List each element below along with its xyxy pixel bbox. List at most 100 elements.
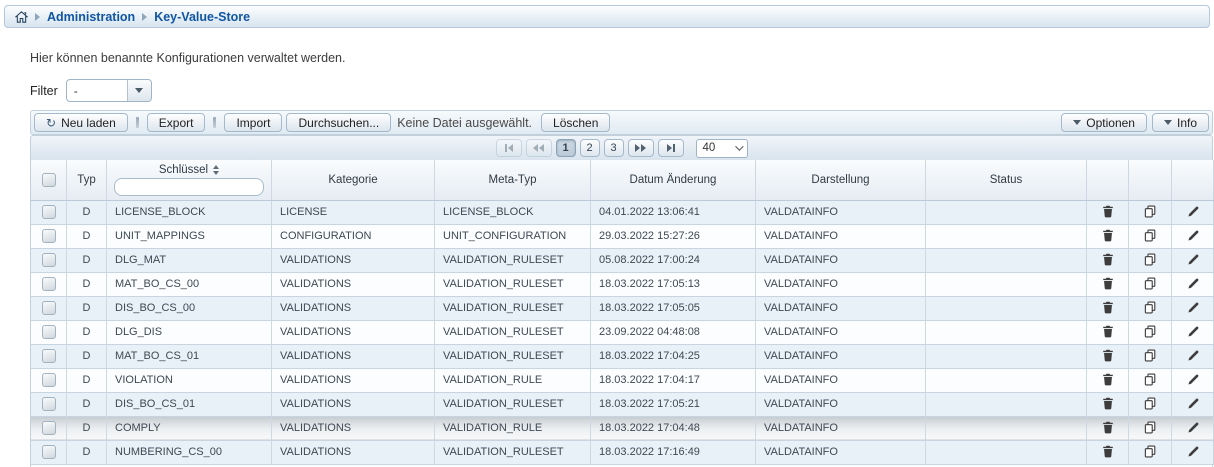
- row-edit-button[interactable]: [1185, 275, 1201, 292]
- row-copy-button[interactable]: [1142, 323, 1158, 340]
- first-page-button[interactable]: [496, 139, 522, 157]
- row-delete-button[interactable]: [1100, 251, 1116, 268]
- row-delete-button[interactable]: [1100, 275, 1116, 292]
- trash-icon: [1102, 277, 1114, 290]
- dropdown-button[interactable]: [127, 80, 151, 101]
- schluessel-filter-input[interactable]: [114, 178, 264, 196]
- copy-icon: [1144, 229, 1156, 242]
- row-delete-button[interactable]: [1100, 443, 1116, 460]
- header-schluessel[interactable]: Schlüssel: [107, 160, 272, 200]
- row-copy-button[interactable]: [1142, 371, 1158, 388]
- filter-select[interactable]: -: [66, 79, 152, 102]
- row-edit-button[interactable]: [1185, 347, 1201, 364]
- trash-icon: [1102, 373, 1114, 386]
- import-button[interactable]: Import: [224, 113, 282, 132]
- filter-selected-value: -: [67, 84, 127, 98]
- row-checkbox[interactable]: [42, 421, 56, 435]
- row-checkbox[interactable]: [42, 253, 56, 267]
- header-status: Status: [926, 160, 1087, 200]
- cell-meta-typ: VALIDATION_RULESET: [435, 344, 591, 368]
- row-delete-button[interactable]: [1100, 299, 1116, 316]
- row-copy-button[interactable]: [1142, 419, 1158, 436]
- cell-schluessel: DIS_BO_CS_01: [107, 392, 272, 416]
- cell-kategorie: VALIDATIONS: [272, 320, 435, 344]
- row-edit-button[interactable]: [1185, 443, 1201, 460]
- row-copy-button[interactable]: [1142, 443, 1158, 460]
- row-copy-button[interactable]: [1142, 203, 1158, 220]
- row-checkbox[interactable]: [42, 301, 56, 315]
- cell-darstellung: VALDATAINFO: [756, 344, 926, 368]
- file-chosen-text: Keine Datei ausgewählt.: [397, 116, 532, 130]
- cell-kategorie: CONFIGURATION: [272, 224, 435, 248]
- copy-icon: [1144, 373, 1156, 386]
- delete-button[interactable]: Löschen: [541, 113, 610, 132]
- page-button-2[interactable]: 2: [580, 139, 600, 157]
- row-checkbox[interactable]: [42, 205, 56, 219]
- row-checkbox[interactable]: [42, 349, 56, 363]
- filter-row: Filter -: [30, 79, 1214, 102]
- cell-status: [926, 320, 1087, 344]
- toolbar-separator: [136, 117, 139, 128]
- row-copy-button[interactable]: [1142, 275, 1158, 292]
- row-checkbox[interactable]: [42, 445, 56, 459]
- table-row: D DIS_BO_CS_01 VALIDATIONS VALIDATION_RU…: [31, 392, 1214, 416]
- cell-kategorie: VALIDATIONS: [272, 440, 435, 464]
- row-delete-button[interactable]: [1100, 395, 1116, 412]
- row-delete-button[interactable]: [1100, 347, 1116, 364]
- row-edit-button[interactable]: [1185, 323, 1201, 340]
- page-size-select[interactable]: 40: [696, 139, 748, 158]
- cell-typ: D: [67, 440, 107, 464]
- row-edit-button[interactable]: [1185, 251, 1201, 268]
- home-icon[interactable]: [15, 11, 28, 23]
- export-button[interactable]: Export: [147, 113, 206, 132]
- row-edit-button[interactable]: [1185, 203, 1201, 220]
- row-checkbox[interactable]: [42, 373, 56, 387]
- options-menu-button[interactable]: Optionen: [1061, 113, 1147, 132]
- info-menu-button[interactable]: Info: [1152, 113, 1209, 132]
- cell-datum-aenderung: 18.03.2022 17:05:21: [591, 392, 756, 416]
- row-edit-button[interactable]: [1185, 299, 1201, 316]
- row-copy-button[interactable]: [1142, 227, 1158, 244]
- pencil-icon: [1187, 397, 1199, 410]
- table-row: D UNIT_MAPPINGS CONFIGURATION UNIT_CONFI…: [31, 224, 1214, 248]
- header-row: Typ Schlüssel Kategorie Meta-Typ Datum Ä…: [31, 160, 1214, 200]
- select-all-checkbox[interactable]: [42, 173, 56, 187]
- cell-meta-typ: LICENSE_BLOCK: [435, 200, 591, 224]
- prev-page-button[interactable]: [526, 139, 552, 157]
- row-delete-button[interactable]: [1100, 371, 1116, 388]
- refresh-icon: ↻: [46, 117, 56, 129]
- page-button-3[interactable]: 3: [604, 139, 624, 157]
- breadcrumb-item-key-value-store[interactable]: Key-Value-Store: [154, 10, 250, 24]
- row-checkbox[interactable]: [42, 229, 56, 243]
- row-delete-button[interactable]: [1100, 227, 1116, 244]
- cell-schluessel: DLG_MAT: [107, 248, 272, 272]
- browse-file-button[interactable]: Durchsuchen...: [286, 113, 391, 132]
- copy-icon: [1144, 421, 1156, 434]
- last-page-button[interactable]: [658, 139, 684, 157]
- row-copy-button[interactable]: [1142, 347, 1158, 364]
- breadcrumb-item-administration[interactable]: Administration: [47, 10, 135, 24]
- page-size-value: 40: [703, 142, 735, 154]
- pencil-icon: [1187, 421, 1199, 434]
- row-copy-button[interactable]: [1142, 395, 1158, 412]
- row-copy-button[interactable]: [1142, 299, 1158, 316]
- reload-button[interactable]: ↻ Neu laden: [34, 113, 128, 132]
- row-delete-button[interactable]: [1100, 419, 1116, 436]
- row-delete-button[interactable]: [1100, 203, 1116, 220]
- row-edit-button[interactable]: [1185, 419, 1201, 436]
- next-page-button[interactable]: [628, 139, 654, 157]
- page-button-1[interactable]: 1: [556, 139, 576, 157]
- row-delete-button[interactable]: [1100, 323, 1116, 340]
- cell-meta-typ: VALIDATION_RULESET: [435, 320, 591, 344]
- row-checkbox[interactable]: [42, 397, 56, 411]
- row-copy-button[interactable]: [1142, 251, 1158, 268]
- row-checkbox[interactable]: [42, 277, 56, 291]
- cell-kategorie: VALIDATIONS: [272, 392, 435, 416]
- sort-icon: [213, 165, 219, 175]
- row-edit-button[interactable]: [1185, 227, 1201, 244]
- row-edit-button[interactable]: [1185, 371, 1201, 388]
- row-edit-button[interactable]: [1185, 395, 1201, 412]
- cell-datum-aenderung: 04.01.2022 13:06:41: [591, 200, 756, 224]
- row-checkbox[interactable]: [42, 325, 56, 339]
- cell-meta-typ: UNIT_CONFIGURATION: [435, 224, 591, 248]
